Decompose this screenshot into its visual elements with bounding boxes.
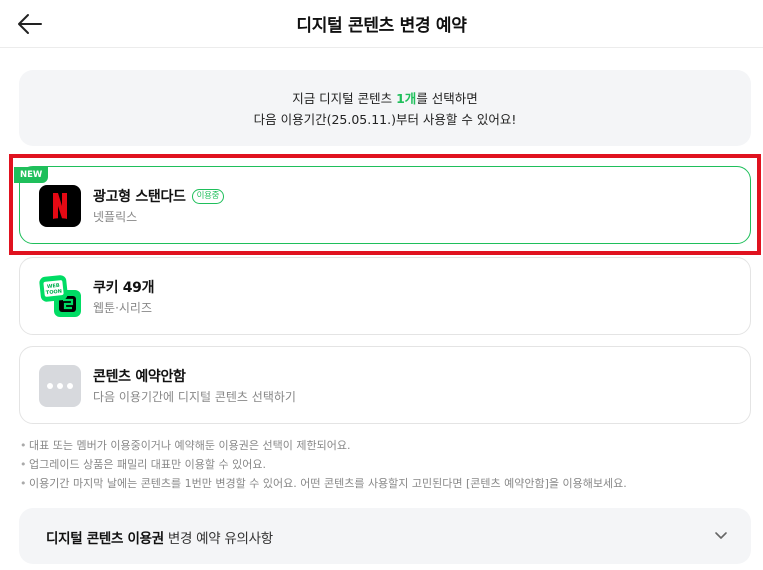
netflix-logo-icon bbox=[39, 185, 81, 227]
option-subtitle: 다음 이용기간에 디지털 콘텐츠 선택하기 bbox=[93, 390, 296, 404]
dot bbox=[47, 383, 53, 389]
in-use-badge: 이용중 bbox=[191, 188, 225, 204]
chevron-down-icon[interactable] bbox=[713, 527, 729, 543]
option-subtitle: 웹툰·시리즈 bbox=[93, 301, 153, 315]
note-item: 이용기간 마지막 날에는 콘텐츠를 1번만 변경할 수 있어요. 어떤 콘텐츠를… bbox=[20, 474, 750, 493]
option-card-netflix-standard[interactable]: 광고형 스탠다드 이용중 넷플릭스 bbox=[19, 166, 751, 244]
more-dots-icon bbox=[39, 365, 81, 407]
note-item: 대표 또는 멤버가 이용중이거나 예약해둔 이용권은 선택이 제한되어요. bbox=[20, 436, 750, 455]
accordion-title-bold: 디지털 콘텐츠 이용권 bbox=[46, 531, 164, 547]
notice-text: 지금 디지털 콘텐츠 bbox=[292, 91, 397, 106]
page-title: 디지털 콘텐츠 변경 예약 bbox=[296, 16, 467, 36]
note-item: 업그레이드 상품은 패밀리 대표만 이용할 수 있어요. bbox=[20, 455, 750, 474]
notice-line-1: 지금 디지털 콘텐츠 1개를 선택하면 bbox=[19, 88, 751, 109]
dot bbox=[67, 383, 73, 389]
accordion-title: 디지털 콘텐츠 이용권 변경 예약 유의사항 bbox=[46, 527, 273, 547]
dot bbox=[57, 383, 63, 389]
option-title-text: 광고형 스탠다드 bbox=[93, 189, 186, 205]
option-card-no-reservation[interactable]: 콘텐츠 예약안함 다음 이용기간에 디지털 콘텐츠 선택하기 bbox=[19, 346, 751, 424]
notice-count: 1개 bbox=[396, 91, 417, 106]
header: 디지털 콘텐츠 변경 예약 bbox=[0, 0, 763, 48]
new-tag: NEW bbox=[14, 167, 49, 183]
precautions-accordion[interactable]: 디지털 콘텐츠 이용권 변경 예약 유의사항 bbox=[19, 508, 751, 564]
option-title-text: 쿠키 49개 bbox=[93, 280, 155, 296]
accordion-title-rest: 변경 예약 유의사항 bbox=[163, 531, 273, 547]
option-title: 광고형 스탠다드 이용중 bbox=[93, 186, 225, 206]
option-title: 콘텐츠 예약안함 bbox=[93, 366, 186, 386]
option-title-text: 콘텐츠 예약안함 bbox=[93, 369, 186, 385]
notice-text: 를 선택하면 bbox=[416, 91, 478, 106]
option-subtitle: 넷플릭스 bbox=[93, 210, 138, 224]
webtoon-series-icon: WEB TOON bbox=[39, 275, 83, 319]
notice-box: 지금 디지털 콘텐츠 1개를 선택하면 다음 이용기간(25.05.11.)부터… bbox=[19, 70, 751, 146]
notice-line-2: 다음 이용기간(25.05.11.)부터 사용할 수 있어요! bbox=[253, 112, 517, 127]
notes-list: 대표 또는 멤버가 이용중이거나 예약해둔 이용권은 선택이 제한되어요. 업그… bbox=[20, 436, 750, 493]
option-title: 쿠키 49개 bbox=[93, 277, 155, 297]
option-card-cookies[interactable]: WEB TOON 쿠키 49개 웹툰·시리즈 bbox=[19, 257, 751, 335]
